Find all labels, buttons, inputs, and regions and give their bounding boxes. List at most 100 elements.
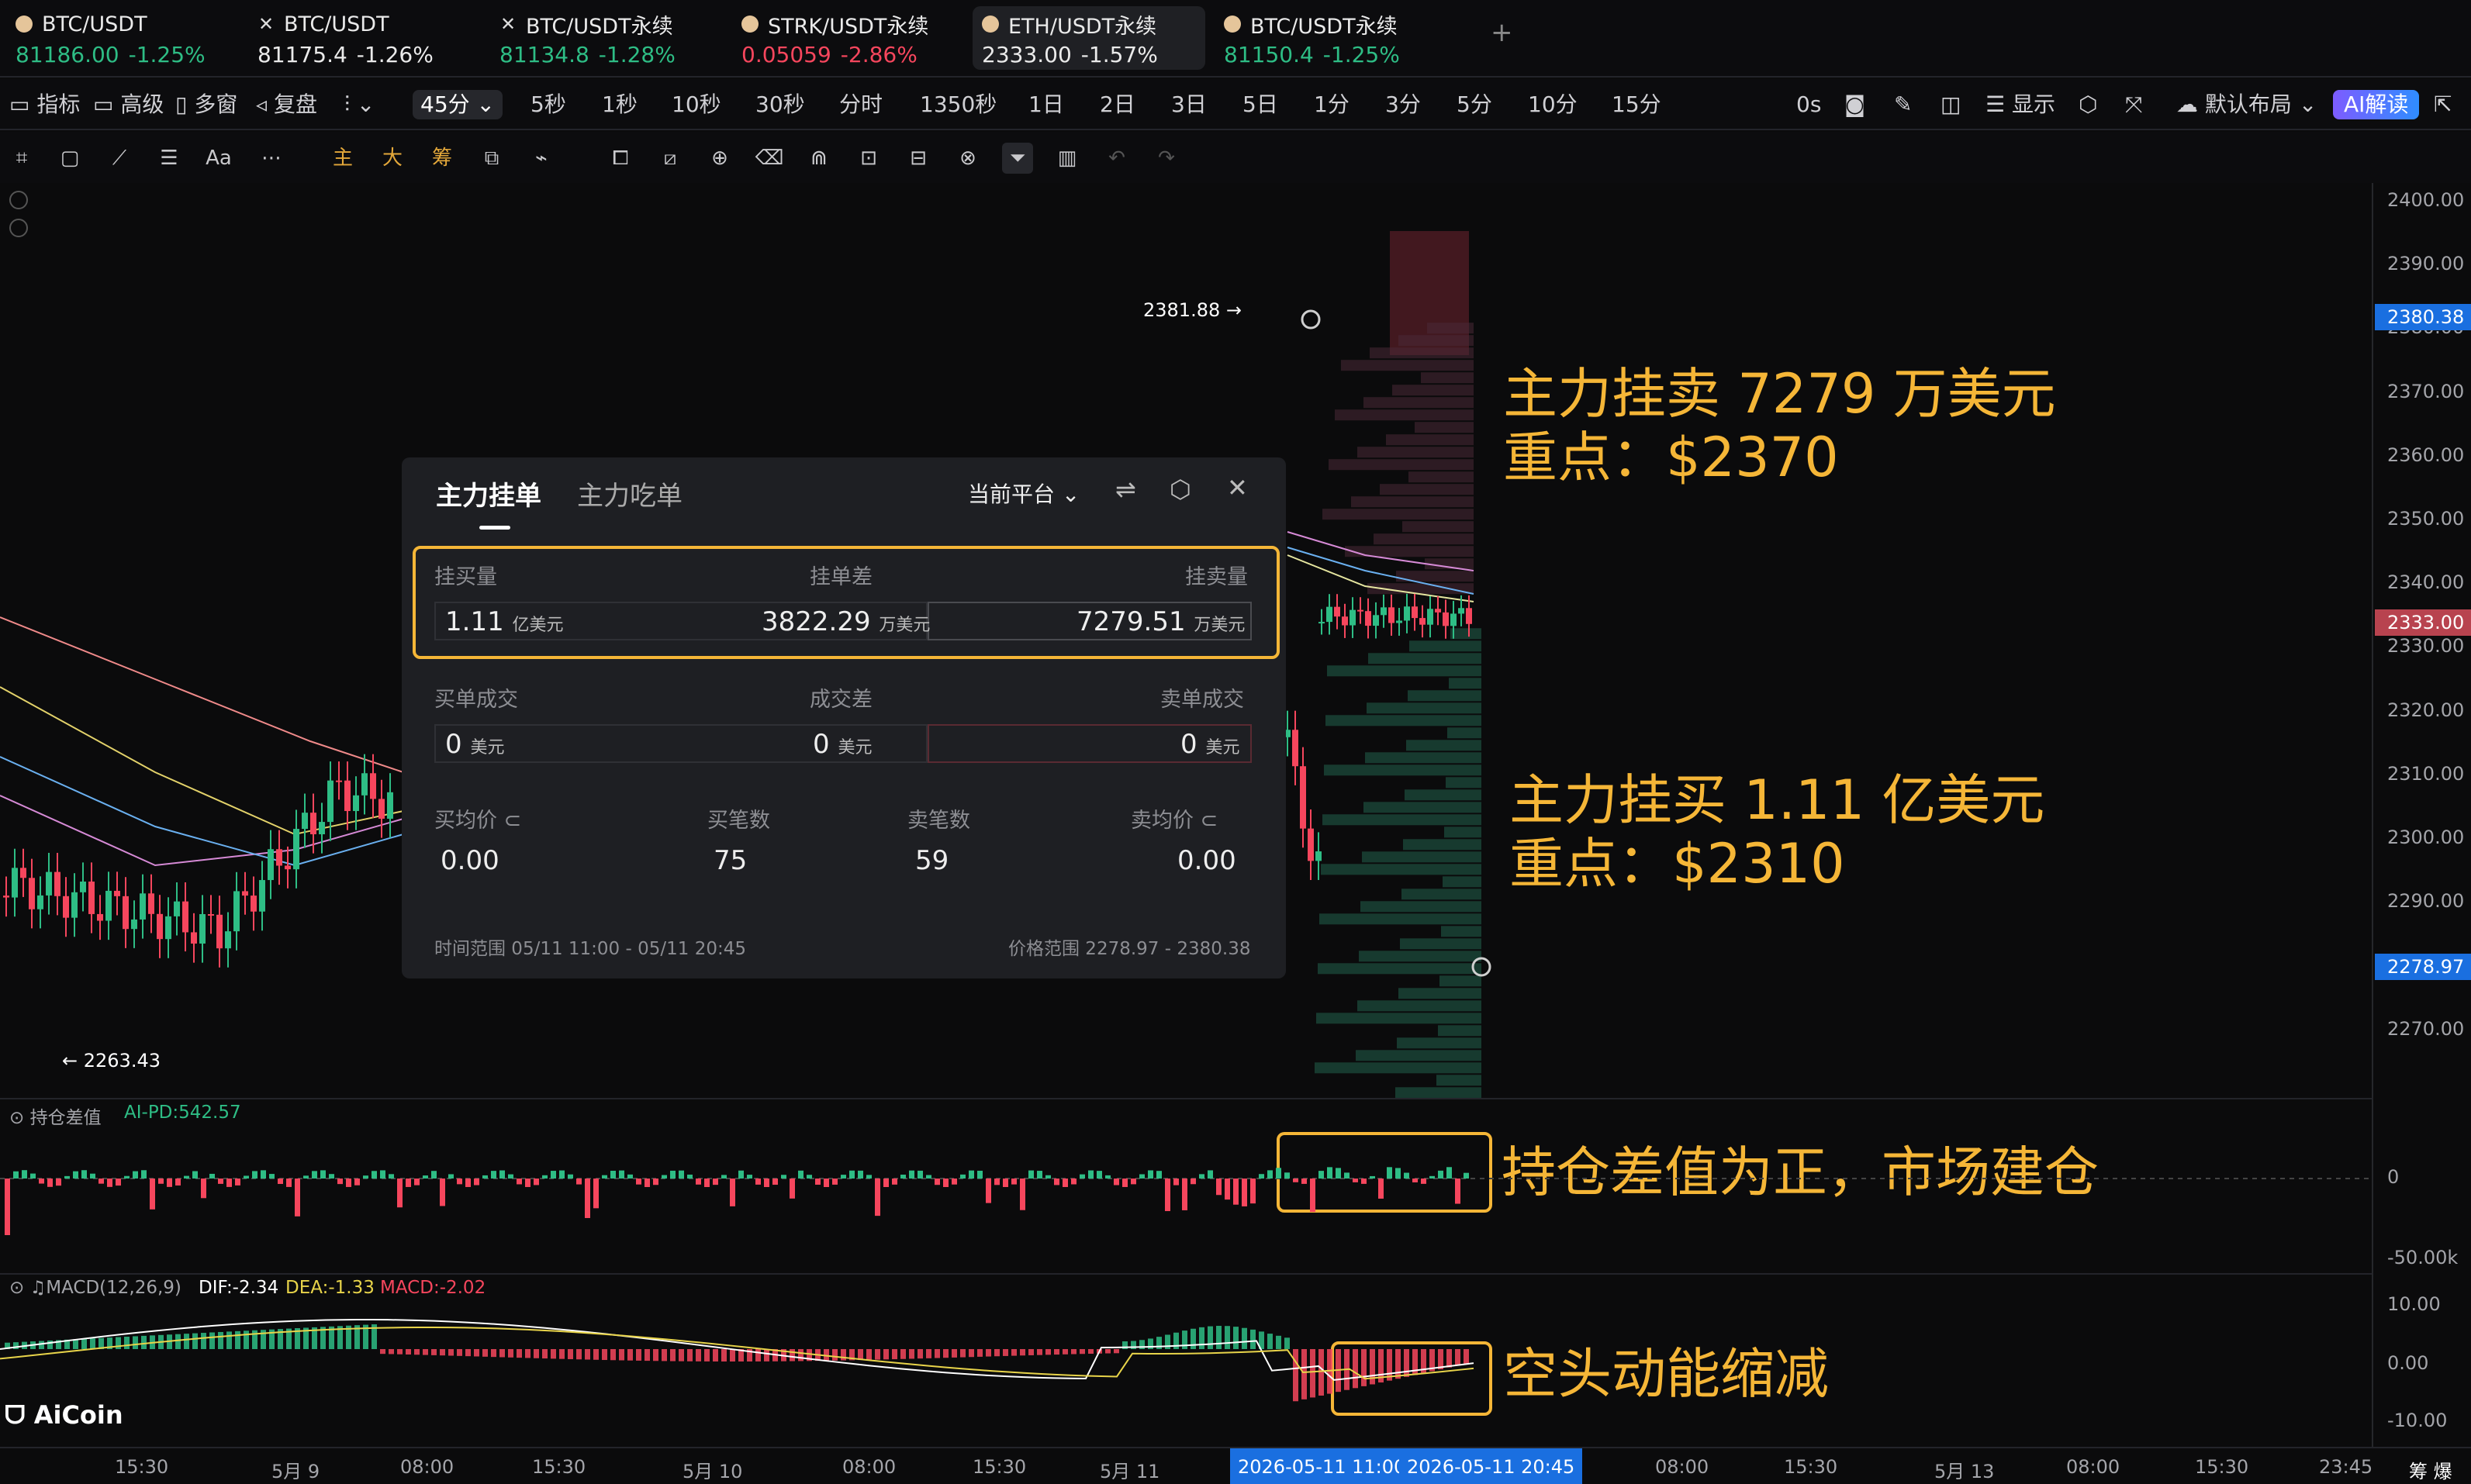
- settings-icon[interactable]: ⬡: [1170, 475, 1191, 504]
- interval-10s[interactable]: 10秒: [672, 90, 721, 119]
- macd-bar: [1216, 1326, 1222, 1349]
- pencil-icon[interactable]: ✎: [1894, 90, 1912, 119]
- oi-bar: [1216, 1179, 1222, 1196]
- interval-timeshare[interactable]: 分时: [839, 90, 883, 119]
- compare-icon[interactable]: ⧉: [476, 143, 507, 174]
- replay-button[interactable]: ◃ 复盘: [256, 90, 317, 119]
- time-axis[interactable]: 15:30 5月 9 08:00 15:30 5月 10 08:00 15:30 5月 11 0…: [0, 1447, 2471, 1484]
- tab-price: 0.05059: [741, 42, 831, 67]
- close-icon[interactable]: ✕: [1227, 473, 1248, 502]
- oi-bar: [1259, 1174, 1264, 1179]
- link-icon[interactable]: ⊗: [952, 143, 983, 174]
- interval-1m[interactable]: 1分: [1314, 90, 1350, 119]
- redo-icon[interactable]: ↷: [1151, 143, 1182, 174]
- interval-1s[interactable]: 1秒: [602, 90, 638, 119]
- tab-strk-usdt-perp[interactable]: STRK/USDT永续 0.05059 -2.86%: [732, 6, 965, 70]
- filter-icon[interactable]: ⏷: [1002, 143, 1033, 174]
- macd-bar: [1455, 1349, 1460, 1366]
- interval-5s[interactable]: 5秒: [530, 90, 566, 119]
- macd-pane[interactable]: [0, 1275, 2372, 1447]
- collapse-icon[interactable]: [9, 191, 28, 209]
- oi-bar: [772, 1179, 778, 1185]
- brush-icon[interactable]: ⌁: [526, 143, 557, 174]
- chip-burst-toggle[interactable]: 筹 爆: [2409, 1456, 2452, 1483]
- hide-drawings-icon[interactable]: ⊟: [903, 143, 934, 174]
- macd-bar: [653, 1349, 658, 1361]
- interval-10m[interactable]: 10分: [1528, 90, 1578, 119]
- indicator-button[interactable]: ▭ 指标: [9, 90, 80, 119]
- oi-bar: [465, 1179, 471, 1187]
- alert-icon[interactable]: ◫: [1941, 90, 1961, 119]
- chip-toggle[interactable]: 筹: [427, 143, 458, 174]
- interval-5d[interactable]: 5日: [1242, 90, 1278, 119]
- expand-icon[interactable]: ⤧: [2125, 90, 2142, 119]
- candle-body: [80, 882, 86, 892]
- ma-line: [0, 686, 404, 836]
- oi-bar: [278, 1179, 283, 1185]
- more-tools-icon[interactable]: ⋯: [256, 143, 287, 174]
- oi-bar: [261, 1170, 266, 1179]
- candle-body: [251, 896, 257, 912]
- trash-icon[interactable]: ▥: [1052, 143, 1083, 174]
- tab-btc-usdt-perp-2[interactable]: BTC/USDT永续 81150.4 -1.25%: [1215, 6, 1447, 70]
- swap-icon[interactable]: ⇌: [1115, 475, 1136, 504]
- interval-select[interactable]: 45分 ⌄: [413, 90, 503, 119]
- platform-select[interactable]: 当前平台 ⌄: [968, 478, 1080, 509]
- tab-btc-usdt-2[interactable]: ✕ BTC/USDT 81175.4 -1.26%: [248, 6, 481, 70]
- chart-type-icon[interactable]: ⫶ ⌄: [344, 90, 375, 119]
- big-order-toggle[interactable]: 大: [377, 143, 408, 174]
- advanced-button[interactable]: ▭ 高级: [93, 90, 164, 119]
- oi-bar: [414, 1179, 420, 1185]
- rectangle-icon[interactable]: ▢: [54, 143, 85, 174]
- candle-body: [1292, 730, 1298, 767]
- tab-btc-usdt-perp[interactable]: ✕ BTC/USDT永续 81134.8 -1.28%: [490, 6, 723, 70]
- lock-icon[interactable]: ⊡: [853, 143, 884, 174]
- macd-indicator-label[interactable]: ⊙ ♫MACD(12,26,9): [9, 1278, 181, 1298]
- interval-3d[interactable]: 3日: [1171, 90, 1207, 119]
- zoom-in-icon[interactable]: ⊕: [704, 143, 735, 174]
- interval-1d[interactable]: 1日: [1028, 90, 1064, 119]
- candle-body: [353, 795, 359, 812]
- sell-depth-bar: [1335, 409, 1474, 421]
- add-tab-button[interactable]: +: [1491, 17, 1513, 48]
- settings-icon[interactable]: ⬡: [2079, 90, 2097, 119]
- multi-window-button[interactable]: ▯ 多窗: [175, 90, 237, 119]
- macd-bar: [73, 1339, 78, 1349]
- tab-main-orders[interactable]: 主力挂单: [436, 475, 541, 512]
- interval-15m[interactable]: 15分: [1612, 90, 1661, 119]
- price-axis[interactable]: 2400.002390.002380.002370.002360.002350.…: [2372, 183, 2471, 1455]
- ai-interpret-button[interactable]: AI解读: [2333, 90, 2420, 119]
- layout-button[interactable]: ☁ 默认布局 ⌄: [2176, 90, 2317, 119]
- tab-main-fills[interactable]: 主力吃单: [577, 475, 683, 512]
- crosshair-icon[interactable]: ⌗: [6, 143, 37, 174]
- buy-depth-bar: [1357, 1000, 1481, 1012]
- open-interest-pane[interactable]: [0, 1099, 2372, 1273]
- macd-bar: [465, 1349, 471, 1357]
- interval-2d[interactable]: 2日: [1100, 90, 1135, 119]
- macd-bar: [175, 1334, 181, 1349]
- interval-3m[interactable]: 3分: [1385, 90, 1421, 119]
- popout-icon[interactable]: ⇱: [2434, 90, 2452, 119]
- eraser-icon[interactable]: ⌫: [754, 143, 785, 174]
- tab-eth-usdt-perp[interactable]: ETH/USDT永续 2333.00 -1.57%: [973, 6, 1205, 70]
- undo-icon[interactable]: ↶: [1101, 143, 1132, 174]
- magnet-icon[interactable]: ⋒: [804, 143, 835, 174]
- tab-btc-usdt-1[interactable]: BTC/USDT 81186.00 -1.25%: [6, 6, 239, 70]
- collapse-icon[interactable]: [9, 219, 28, 237]
- interval-1350s[interactable]: 1350秒: [920, 90, 997, 119]
- camera-icon[interactable]: ◙: [1844, 90, 1865, 119]
- candle-body: [1365, 611, 1371, 626]
- oi-bar: [738, 1170, 744, 1179]
- ruler-icon[interactable]: ⧄: [655, 143, 686, 174]
- range-handle-top[interactable]: [1301, 309, 1321, 330]
- display-button[interactable]: ☰ 显示: [1985, 90, 2055, 119]
- interval-30s[interactable]: 30秒: [755, 90, 805, 119]
- oi-bar: [1344, 1172, 1350, 1179]
- trendline-icon[interactable]: ⟋: [104, 143, 135, 174]
- main-force-toggle[interactable]: 主: [327, 143, 358, 174]
- copy-icon[interactable]: ⧠: [605, 143, 636, 174]
- text-icon[interactable]: Aa: [203, 143, 234, 174]
- oi-indicator-label[interactable]: ⊙ 持仓差值: [9, 1103, 102, 1129]
- lines-icon[interactable]: ☰: [154, 143, 185, 174]
- interval-5m[interactable]: 5分: [1457, 90, 1492, 119]
